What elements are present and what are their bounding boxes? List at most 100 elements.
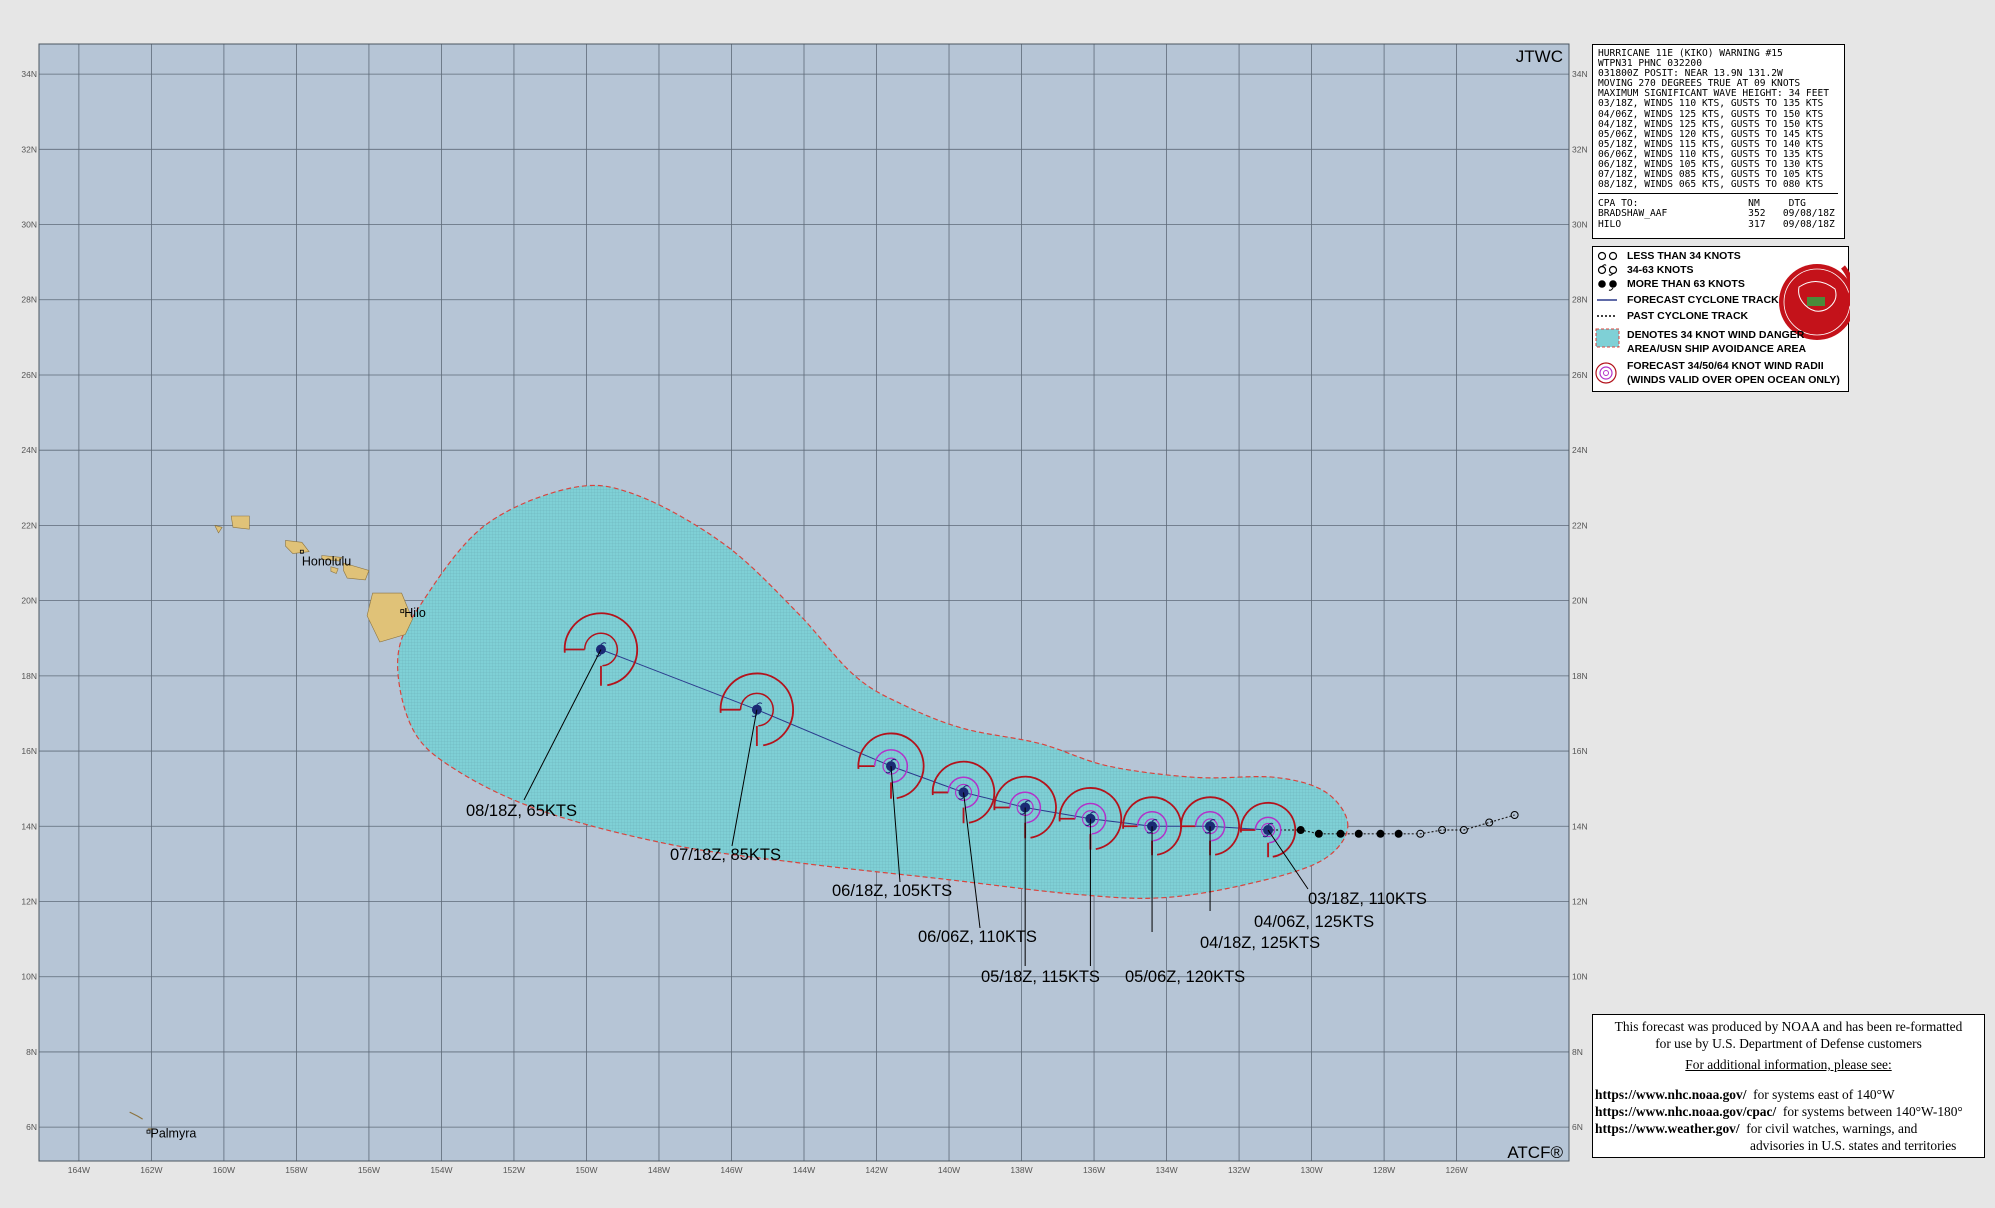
legend-forecast-track: FORECAST CYCLONE TRACK	[1627, 294, 1779, 306]
jtwc-label: JTWC	[1516, 47, 1563, 66]
lat-label-left: 30N	[21, 220, 37, 230]
past-position-marker	[1314, 829, 1323, 838]
lat-label-left: 32N	[21, 144, 37, 154]
island-kauai	[230, 515, 250, 530]
lon-label: 160W	[213, 1165, 235, 1175]
lat-label-left: 12N	[21, 896, 37, 906]
lat-label-left: 14N	[21, 821, 37, 831]
wind-radii-icon	[1595, 362, 1617, 384]
lon-label: 162W	[140, 1165, 162, 1175]
legend-danger-line1: DENOTES 34 KNOT WIND DANGER	[1627, 329, 1805, 341]
lon-label: 142W	[865, 1165, 887, 1175]
lon-label: 150W	[575, 1165, 597, 1175]
lon-label: 144W	[793, 1165, 815, 1175]
legend-34-63: 34-63 KNOTS	[1627, 264, 1694, 276]
lat-label-right: 20N	[1572, 596, 1588, 606]
past-position-marker	[1376, 829, 1385, 838]
forecast-label: 06/06Z, 110KTS	[918, 928, 1037, 946]
forecast-label: 05/18Z, 115KTS	[981, 968, 1100, 986]
past-position-marker	[1394, 829, 1403, 838]
lon-label: 138W	[1010, 1165, 1032, 1175]
k34-63-icon	[1597, 264, 1618, 276]
lat-label-left: 8N	[26, 1047, 37, 1057]
info-line1: This forecast was produced by NOAA and h…	[1614, 1019, 1963, 1034]
forecast-label: 06/18Z, 105KTS	[832, 882, 952, 900]
past-position-marker	[1336, 829, 1345, 838]
forecast-label: 08/18Z, 65KTS	[466, 802, 577, 820]
lat-label-right: 6N	[1572, 1122, 1583, 1132]
lon-label: 130W	[1300, 1165, 1322, 1175]
link-weather-gov[interactable]: https://www.weather.gov/	[1595, 1121, 1740, 1136]
warning-line: 08/18Z, WINDS 065 KTS, GUSTS TO 080 KTS	[1598, 179, 1824, 191]
place-label: Hilo	[404, 606, 426, 620]
forecast-label: 04/06Z, 125KTS	[1254, 913, 1374, 931]
cpa-line: BRADSHAW_AAF 352 09/08/18Z	[1598, 208, 1835, 220]
lat-label-right: 16N	[1572, 746, 1588, 756]
legend-less-than-34: LESS THAN 34 KNOTS	[1627, 250, 1741, 262]
link-nhc[interactable]: https://www.nhc.noaa.gov/	[1595, 1087, 1746, 1102]
lat-label-right: 14N	[1572, 821, 1588, 831]
info-line2: for use by U.S. Department of Defense cu…	[1655, 1036, 1922, 1051]
lat-label-left: 20N	[21, 596, 37, 606]
lon-label: 134W	[1155, 1165, 1177, 1175]
legend-danger-line2: AREA/USN SHIP AVOIDANCE AREA	[1627, 343, 1807, 355]
more-than-63-icon	[1598, 280, 1617, 291]
past-position-marker	[1296, 826, 1305, 835]
legend-more-than-63: MORE THAN 63 KNOTS	[1627, 278, 1745, 290]
lat-label-left: 24N	[21, 445, 37, 455]
legend-radii-line1: FORECAST 34/50/64 KNOT WIND RADII	[1627, 360, 1824, 372]
info-line3: For additional information, please see:	[1685, 1057, 1892, 1072]
info-desc1: for systems east of 140°W	[1753, 1087, 1895, 1102]
atcf-label: ATCF®	[1507, 1143, 1563, 1162]
legend-past-track: PAST CYCLONE TRACK	[1627, 310, 1749, 322]
lon-label: 152W	[503, 1165, 525, 1175]
lon-label: 132W	[1228, 1165, 1250, 1175]
lat-label-right: 34N	[1572, 69, 1588, 79]
lon-label: 140W	[938, 1165, 960, 1175]
lat-label-right: 10N	[1572, 972, 1588, 982]
info-box: This forecast was produced by NOAA and h…	[1592, 1014, 1985, 1158]
lat-label-right: 26N	[1572, 370, 1588, 380]
lat-label-right: 28N	[1572, 295, 1588, 305]
past-position-marker	[1354, 829, 1363, 838]
lat-label-right: 8N	[1572, 1047, 1583, 1057]
lat-label-right: 22N	[1572, 520, 1588, 530]
forecast-label: 07/18Z, 85KTS	[670, 846, 781, 864]
lon-label: 154W	[430, 1165, 452, 1175]
lat-label-right: 30N	[1572, 220, 1588, 230]
lon-label: 146W	[720, 1165, 742, 1175]
lat-label-left: 26N	[21, 370, 37, 380]
place-label: Honolulu	[302, 555, 351, 569]
lon-label: 158W	[285, 1165, 307, 1175]
cpa-line: HILO 317 09/08/18Z	[1598, 218, 1835, 230]
lat-label-left: 16N	[21, 746, 37, 756]
lat-label-left: 6N	[26, 1122, 37, 1132]
lat-label-right: 18N	[1572, 671, 1588, 681]
link-cpac[interactable]: https://www.nhc.noaa.gov/cpac/	[1595, 1104, 1776, 1119]
lon-label: 156W	[358, 1165, 380, 1175]
forecast-label: 04/18Z, 125KTS	[1200, 934, 1320, 952]
lon-label: 164W	[68, 1165, 90, 1175]
forecast-label: 05/06Z, 120KTS	[1125, 968, 1245, 986]
info-desc3b: advisories in U.S. states and territorie…	[1750, 1138, 1957, 1153]
lon-label: 126W	[1445, 1165, 1467, 1175]
warning-divider	[1598, 193, 1838, 195]
legend-box: LESS THAN 34 KNOTS 34-63 KNOTS MORE THAN…	[1592, 246, 1850, 392]
lat-label-left: 34N	[21, 69, 37, 79]
warning-box: HURRICANE 11E (KIKO) WARNING #15 WTPN31 P…	[1592, 44, 1845, 239]
danger-area-icon	[1595, 328, 1620, 348]
lon-label: 128W	[1373, 1165, 1395, 1175]
lat-label-left: 10N	[21, 972, 37, 982]
lat-label-right: 24N	[1572, 445, 1588, 455]
info-desc2: for systems between 140°W-180°	[1782, 1104, 1963, 1119]
lon-label: 148W	[648, 1165, 670, 1175]
lat-label-left: 18N	[21, 671, 37, 681]
place-label: Palmyra	[150, 1127, 196, 1141]
lon-label: 136W	[1083, 1165, 1105, 1175]
lat-label-left: 28N	[21, 295, 37, 305]
forecast-label: 03/18Z, 110KTS	[1308, 890, 1427, 908]
lat-label-right: 32N	[1572, 144, 1588, 154]
less-than-34-icon	[1597, 251, 1618, 261]
lat-label-right: 12N	[1572, 896, 1588, 906]
info-desc3a: for civil watches, warnings, and	[1746, 1121, 1918, 1136]
